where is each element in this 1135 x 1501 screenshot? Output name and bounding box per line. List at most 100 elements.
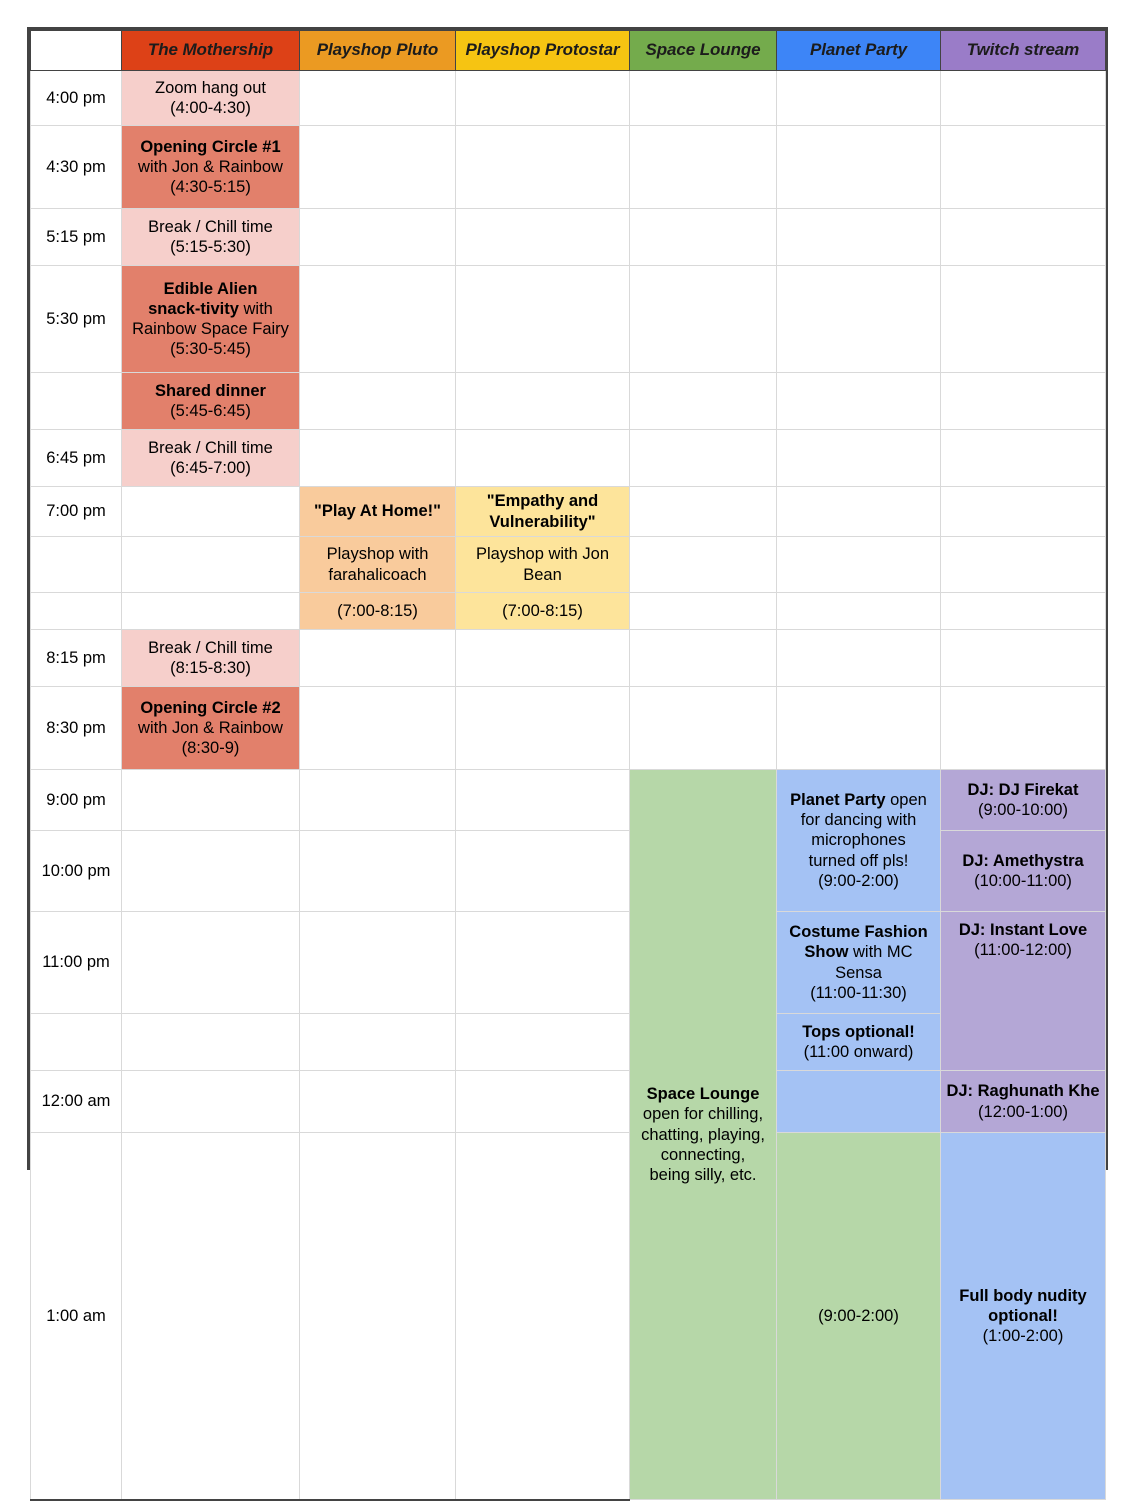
empty-cell-mothership[interactable]	[121, 536, 300, 593]
empty-cell-twitch[interactable]	[940, 429, 1106, 487]
empty-cell-party[interactable]	[776, 125, 941, 209]
event-play-at-home-title[interactable]: "Play At Home!"	[299, 486, 456, 537]
empty-cell-pluto[interactable]	[299, 769, 456, 831]
event-break-chill-2[interactable]: Break / Chill time (6:45-7:00)	[121, 429, 300, 487]
empty-cell-twitch[interactable]	[940, 70, 1106, 126]
empty-cell-protostar[interactable]	[455, 830, 630, 912]
empty-cell-party[interactable]	[776, 536, 941, 593]
empty-cell-protostar[interactable]	[455, 1131, 630, 1501]
empty-cell-protostar[interactable]	[455, 372, 630, 430]
empty-cell-twitch[interactable]	[940, 372, 1106, 430]
empty-cell-pluto[interactable]	[299, 372, 456, 430]
event-shared-dinner[interactable]: Shared dinner (5:45-6:45)	[121, 372, 300, 430]
empty-cell-mothership[interactable]	[121, 769, 300, 831]
empty-cell-lounge[interactable]	[629, 70, 777, 126]
empty-cell-mothership[interactable]	[121, 592, 300, 630]
empty-cell-lounge[interactable]	[629, 265, 777, 373]
empty-cell-mothership[interactable]	[121, 486, 300, 537]
empty-cell-party[interactable]	[776, 592, 941, 630]
event-space-lounge-time[interactable]: (9:00-2:00)	[776, 1131, 941, 1501]
empty-cell-lounge[interactable]	[629, 629, 777, 687]
event-empathy-vulnerability-time[interactable]: (7:00-8:15)	[455, 592, 630, 630]
empty-cell-pluto[interactable]	[299, 686, 456, 770]
empty-cell-party[interactable]	[776, 429, 941, 487]
event-title: Planet Party open	[781, 790, 936, 810]
empty-cell-party[interactable]	[776, 208, 941, 266]
empty-cell-lounge[interactable]	[629, 592, 777, 630]
empty-cell-protostar[interactable]	[455, 686, 630, 770]
empty-cell-pluto[interactable]	[299, 911, 456, 1014]
event-edible-alien-snacktivity[interactable]: Edible Alien snack-tivity with Rainbow S…	[121, 265, 300, 373]
empty-cell-lounge[interactable]	[629, 536, 777, 593]
empty-cell-protostar[interactable]	[455, 1070, 630, 1133]
event-dj-firekat[interactable]: DJ: DJ Firekat (9:00-10:00)	[940, 769, 1106, 831]
empty-cell-twitch[interactable]	[940, 592, 1106, 630]
empty-cell-twitch[interactable]	[940, 686, 1106, 770]
empty-cell-protostar[interactable]	[455, 911, 630, 1014]
event-tops-optional[interactable]: Tops optional! (11:00 onward)	[776, 1013, 941, 1071]
empty-cell-pluto[interactable]	[299, 1013, 456, 1071]
empty-cell-pluto[interactable]	[299, 830, 456, 912]
empty-cell-lounge[interactable]	[629, 372, 777, 430]
event-space-lounge-open[interactable]: Space Lounge open for chilling, chatting…	[629, 768, 777, 1501]
event-full-body-nudity-optional[interactable]: Full body nudity optional! (1:00-2:00)	[940, 1131, 1106, 1501]
empty-cell-protostar[interactable]	[455, 429, 630, 487]
event-opening-circle-2[interactable]: Opening Circle #2 with Jon & Rainbow (8:…	[121, 686, 300, 770]
event-dj-amethystra[interactable]: DJ: Amethystra (10:00-11:00)	[940, 830, 1106, 912]
empty-cell-lounge[interactable]	[629, 208, 777, 266]
event-costume-fashion-show[interactable]: Costume Fashion Show with MC Sensa (11:0…	[776, 911, 941, 1014]
event-empathy-vulnerability-detail[interactable]: Playshop with Jon Bean	[455, 536, 630, 593]
empty-cell-lounge[interactable]	[629, 125, 777, 209]
empty-cell-protostar[interactable]	[455, 1013, 630, 1071]
event-break-chill-1[interactable]: Break / Chill time (5:15-5:30)	[121, 208, 300, 266]
empty-cell-mothership[interactable]	[121, 1013, 300, 1071]
empty-cell-party[interactable]	[776, 486, 941, 537]
event-dj-instant-love[interactable]: DJ: Instant Love (11:00-12:00)	[940, 911, 1106, 1071]
empty-cell-twitch[interactable]	[940, 629, 1106, 687]
event-title-text-2: Show	[804, 943, 849, 962]
empty-cell-party[interactable]	[776, 629, 941, 687]
empty-cell-pluto[interactable]	[299, 429, 456, 487]
empty-cell-mothership[interactable]	[121, 1131, 300, 1501]
empty-cell-party-midnight[interactable]	[776, 1070, 941, 1133]
empty-cell-protostar[interactable]	[455, 769, 630, 831]
event-title-text-2: snack-tivity	[148, 299, 239, 318]
empty-cell-protostar[interactable]	[455, 265, 630, 373]
empty-cell-pluto[interactable]	[299, 265, 456, 373]
empty-cell-pluto[interactable]	[299, 1070, 456, 1133]
event-zoom-hang-out[interactable]: Zoom hang out (4:00-4:30)	[121, 70, 300, 126]
empty-cell-mothership[interactable]	[121, 911, 300, 1014]
empty-cell-party[interactable]	[776, 686, 941, 770]
event-title-text: Full body nudity	[959, 1286, 1087, 1305]
empty-cell-protostar[interactable]	[455, 70, 630, 126]
event-play-at-home-time[interactable]: (7:00-8:15)	[299, 592, 456, 630]
empty-cell-lounge[interactable]	[629, 429, 777, 487]
empty-cell-pluto[interactable]	[299, 70, 456, 126]
empty-cell-lounge[interactable]	[629, 486, 777, 537]
empty-cell-twitch[interactable]	[940, 125, 1106, 209]
empty-cell-twitch[interactable]	[940, 265, 1106, 373]
empty-cell-party[interactable]	[776, 265, 941, 373]
empty-cell-twitch[interactable]	[940, 536, 1106, 593]
empty-cell-twitch[interactable]	[940, 486, 1106, 537]
empty-cell-mothership[interactable]	[121, 1070, 300, 1133]
empty-cell-mothership[interactable]	[121, 830, 300, 912]
empty-cell-party[interactable]	[776, 70, 941, 126]
empty-cell-pluto[interactable]	[299, 629, 456, 687]
table-row: 9:00 pm Space Lounge open for chilling, …	[30, 768, 1106, 1501]
event-planet-party-open[interactable]: Planet Party open for dancing with micro…	[776, 769, 941, 912]
empty-cell-twitch[interactable]	[940, 208, 1106, 266]
empty-cell-party[interactable]	[776, 372, 941, 430]
event-dj-raghunath-khe[interactable]: DJ: Raghunath Khe (12:00-1:00)	[940, 1070, 1106, 1133]
event-break-chill-3[interactable]: Break / Chill time (8:15-8:30)	[121, 629, 300, 687]
empty-cell-pluto[interactable]	[299, 208, 456, 266]
event-empathy-vulnerability-title[interactable]: "Empathy and Vulnerability"	[455, 486, 630, 537]
empty-cell-protostar[interactable]	[455, 208, 630, 266]
event-play-at-home-detail[interactable]: Playshop with farahalicoach	[299, 536, 456, 593]
empty-cell-protostar[interactable]	[455, 125, 630, 209]
empty-cell-pluto[interactable]	[299, 1131, 456, 1501]
event-opening-circle-1[interactable]: Opening Circle #1 with Jon & Rainbow (4:…	[121, 125, 300, 209]
empty-cell-protostar[interactable]	[455, 629, 630, 687]
empty-cell-lounge[interactable]	[629, 686, 777, 770]
empty-cell-pluto[interactable]	[299, 125, 456, 209]
